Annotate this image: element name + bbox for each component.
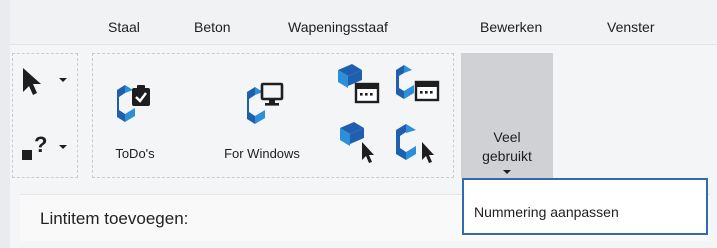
svg-text:?: ? — [34, 132, 47, 157]
help-pointer-icon: ? — [22, 132, 47, 160]
veel-gebruikt-dropdown: Nummering aanpassen — [462, 178, 708, 235]
chevron-down-icon — [59, 78, 67, 82]
todos-label: ToDo's — [115, 146, 155, 161]
menu-item-nummering-aanpassen[interactable]: Nummering aanpassen — [474, 204, 619, 220]
help-pointer-button[interactable]: ? — [18, 130, 76, 166]
tab-wapeningsstaaf[interactable]: Wapeningsstaaf — [288, 19, 388, 35]
pointer-arrow-icon — [23, 68, 41, 95]
ribbon-tab-bar: Staal Beton Wapeningsstaaf Bewerken Vens… — [10, 0, 717, 44]
tekla-cursor-button[interactable] — [388, 116, 444, 168]
chevron-cursor-icon — [340, 122, 374, 163]
veel-gebruikt-button[interactable]: Veel gebruikt — [461, 53, 553, 178]
veel-gebruikt-line2: gebruikt — [482, 148, 532, 164]
chevron-down-icon — [59, 145, 67, 149]
tekla-cursor-icon — [396, 124, 434, 163]
add-ribbon-item-label: Lintitem toevoegen: — [40, 209, 189, 228]
window-tool-button[interactable] — [332, 60, 384, 108]
tab-venster[interactable]: Venster — [607, 19, 654, 35]
tekla-window-icon — [396, 65, 440, 102]
tekla-for-windows-icon — [247, 82, 284, 124]
tekla-todo-icon — [117, 85, 150, 122]
veel-gebruikt-line1: Veel — [493, 129, 521, 145]
for-windows-label: For Windows — [224, 146, 300, 161]
dropdown-caret-icon — [503, 170, 511, 174]
veel-gebruikt-label: Veel gebruikt — [461, 128, 553, 166]
select-pointer-button[interactable] — [18, 64, 76, 100]
for-windows-button[interactable]: For Windows — [208, 76, 316, 168]
tab-beton[interactable]: Beton — [194, 19, 231, 35]
tekla-window-button[interactable] — [388, 60, 444, 108]
tab-bewerken[interactable]: Bewerken — [480, 19, 542, 35]
todos-button[interactable]: ToDo's — [100, 76, 170, 168]
chevron-cursor-button[interactable] — [332, 116, 384, 168]
window-cursor-icon — [338, 64, 380, 104]
tab-staal[interactable]: Staal — [108, 19, 140, 35]
